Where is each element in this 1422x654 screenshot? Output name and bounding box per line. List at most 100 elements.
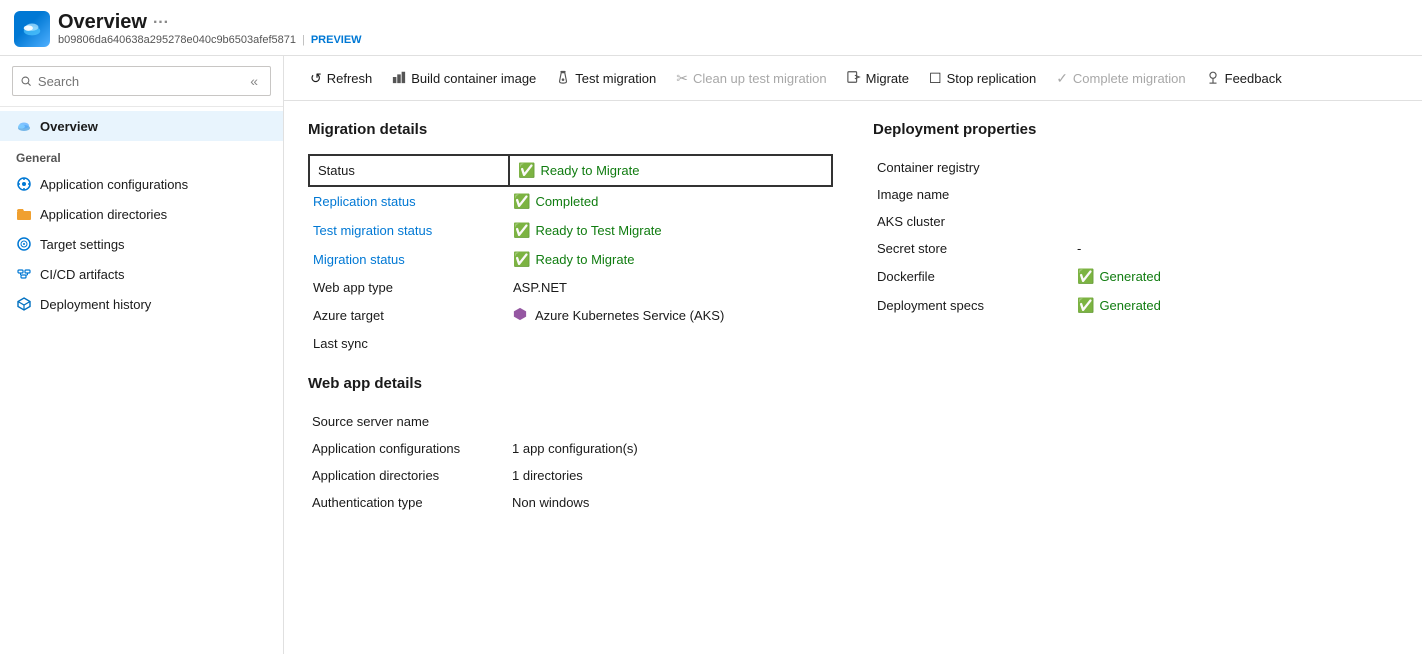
table-row: Last sync	[309, 330, 832, 357]
migration-details-title: Migration details	[308, 121, 833, 138]
deployment-props-table: Container registry Image name AKS cluste…	[873, 154, 1398, 320]
azure-target-label: Azure target	[309, 301, 509, 330]
sidebar-item-deploy[interactable]: Deployment history	[0, 289, 283, 319]
deploy-specs-value: Generated	[1099, 298, 1160, 313]
table-row: Authentication type Non windows	[308, 489, 833, 516]
feedback-button[interactable]: Feedback	[1196, 56, 1292, 100]
image-name-label: Image name	[873, 181, 1073, 208]
sidebar-item-target[interactable]: Target settings	[0, 229, 283, 259]
status-check-icon: ✅	[518, 162, 535, 179]
sidebar-general-label: General	[0, 141, 283, 169]
last-sync-value	[509, 330, 832, 357]
sidebar-label: Application directories	[40, 207, 167, 222]
build-icon	[392, 70, 406, 87]
header-dots-menu[interactable]: ···	[153, 14, 169, 32]
app-header: Overview ··· b09806da640638a295278e040c9…	[0, 0, 1422, 56]
sidebar-label: Application configurations	[40, 177, 188, 192]
table-row: Migration status ✅ Ready to Migrate	[309, 245, 832, 274]
dockerfile-check-icon: ✅	[1077, 268, 1094, 285]
header-title-block: Overview ··· b09806da640638a295278e040c9…	[58, 11, 362, 46]
table-row: AKS cluster	[873, 208, 1398, 235]
sidebar: « Overview General Application configura…	[0, 56, 284, 654]
auth-type-value: Non windows	[508, 489, 833, 516]
web-app-details-table: Source server name Application configura…	[308, 408, 833, 516]
cleanup-icon: ✂	[676, 70, 688, 87]
test-migration-button[interactable]: Test migration	[546, 56, 666, 100]
migration-details-table: Status ✅ Ready to Migrate	[308, 154, 833, 357]
table-row: Container registry	[873, 154, 1398, 181]
stop-replication-button[interactable]: ☐ Stop replication	[919, 56, 1046, 100]
migrate-button[interactable]: Migrate	[837, 56, 919, 100]
app-config-label: Application configurations	[308, 435, 508, 462]
migrate-icon	[847, 70, 861, 87]
table-row: Status ✅ Ready to Migrate	[309, 155, 832, 186]
last-sync-label: Last sync	[309, 330, 509, 357]
complete-migration-button[interactable]: ✓ Complete migration	[1046, 56, 1195, 100]
app-logo	[14, 11, 50, 47]
refresh-icon: ↺	[310, 70, 322, 87]
table-row: Replication status ✅ Completed	[309, 186, 832, 216]
table-row: Application directories 1 directories	[308, 462, 833, 489]
sidebar-label: CI/CD artifacts	[40, 267, 125, 282]
sidebar-label: Deployment history	[40, 297, 151, 312]
test-migration-label[interactable]: Test migration status	[313, 223, 432, 238]
sidebar-item-app-config[interactable]: Application configurations	[0, 169, 283, 199]
refresh-button[interactable]: ↺ Refresh	[300, 56, 382, 100]
cube-icon	[16, 296, 32, 312]
app-dir-label: Application directories	[308, 462, 508, 489]
header-separator: |	[302, 34, 305, 46]
sidebar-label: Target settings	[40, 237, 125, 252]
test-icon	[556, 70, 570, 87]
complete-icon: ✓	[1056, 70, 1068, 87]
aks-cluster-value	[1073, 208, 1398, 235]
source-server-value	[508, 408, 833, 435]
deployment-props-title: Deployment properties	[873, 121, 1398, 138]
auth-type-label: Authentication type	[308, 489, 508, 516]
table-row: Application configurations 1 app configu…	[308, 435, 833, 462]
azure-target-value: Azure Kubernetes Service (AKS)	[535, 308, 724, 323]
sidebar-item-app-dir[interactable]: Application directories	[0, 199, 283, 229]
cleanup-button[interactable]: ✂ Clean up test migration	[666, 56, 836, 100]
sidebar-item-overview[interactable]: Overview	[0, 111, 283, 141]
completed-icon: ✅	[513, 193, 530, 210]
cicd-icon	[16, 266, 32, 282]
container-registry-value	[1073, 154, 1398, 181]
search-input[interactable]	[38, 74, 240, 89]
cloud-icon	[16, 118, 32, 134]
image-name-value	[1073, 181, 1398, 208]
sidebar-item-cicd[interactable]: CI/CD artifacts	[0, 259, 283, 289]
status-label: Status	[318, 163, 355, 178]
test-migration-value: Ready to Test Migrate	[535, 223, 661, 238]
search-box[interactable]: «	[12, 66, 271, 96]
dockerfile-value: Generated	[1099, 269, 1160, 284]
table-row: Source server name	[308, 408, 833, 435]
page-title: Overview	[58, 11, 147, 34]
main-content: Migration details Status ✅	[284, 101, 1422, 654]
status-value: Ready to Migrate	[540, 163, 639, 178]
secret-store-value: -	[1073, 235, 1398, 262]
table-row: Deployment specs ✅ Generated	[873, 291, 1398, 320]
table-row: Dockerfile ✅ Generated	[873, 262, 1398, 291]
aks-cluster-label: AKS cluster	[873, 208, 1073, 235]
table-row: Image name	[873, 181, 1398, 208]
replication-value: Completed	[535, 194, 598, 209]
test-migration-icon: ✅	[513, 222, 530, 239]
preview-badge: PREVIEW	[311, 34, 362, 46]
build-container-button[interactable]: Build container image	[382, 56, 546, 100]
resource-id: b09806da640638a295278e040c9b6503afef5871	[58, 34, 296, 46]
dockerfile-label: Dockerfile	[873, 262, 1073, 291]
table-row: Azure target Azure Kubernetes Service (A…	[309, 301, 832, 330]
collapse-button[interactable]: «	[246, 71, 262, 91]
stop-icon: ☐	[929, 70, 942, 87]
deploy-specs-check-icon: ✅	[1077, 297, 1094, 314]
toolbar: ↺ Refresh Build container image Test mig…	[284, 56, 1422, 101]
target-icon	[16, 236, 32, 252]
migration-status-icon: ✅	[513, 251, 530, 268]
replication-status-label[interactable]: Replication status	[313, 194, 416, 209]
aks-icon	[513, 307, 527, 324]
table-row: Web app type ASP.NET	[309, 274, 832, 301]
migration-status-label[interactable]: Migration status	[313, 252, 405, 267]
app-config-value: 1 app configuration(s)	[508, 435, 833, 462]
container-registry-label: Container registry	[873, 154, 1073, 181]
deploy-specs-label: Deployment specs	[873, 291, 1073, 320]
